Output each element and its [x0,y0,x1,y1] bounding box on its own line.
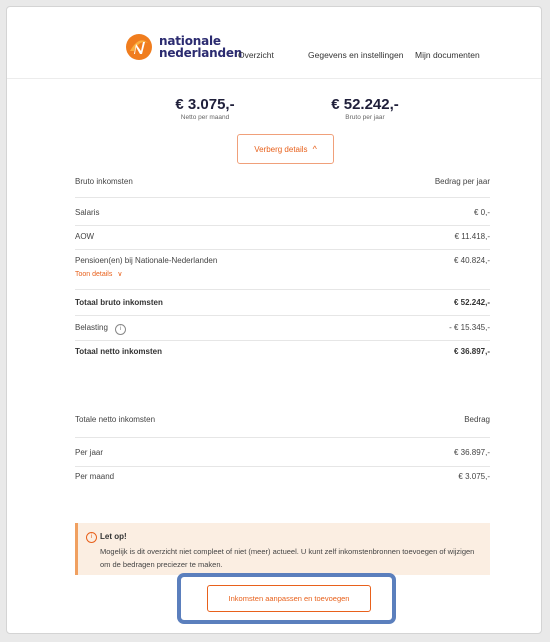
chevron-down-icon: ∨ [117,271,123,278]
logo-text: nationale nederlanden [159,35,242,59]
income-header-amount: Bedrag per jaar [434,177,490,186]
netto-header-label: Totale netto inkomsten [75,415,156,424]
total-netto-value: € 36.897,- [453,347,490,356]
table-row: Pensioen(en) bij Nationale-Nederlanden €… [75,256,490,272]
row-label-aow: AOW [75,232,95,241]
logo-line-2: nederlanden [159,46,243,60]
highlight-frame [177,573,396,624]
row-label-per-jaar: Per jaar [75,448,104,457]
divider [75,225,490,226]
divider [75,466,490,467]
show-details-label: Toon details [75,271,113,278]
divider [75,289,490,290]
show-details-link[interactable]: Toon details ∨ [75,270,122,278]
hide-details-label: Verberg details [254,144,308,154]
table-row-tax: Belasting i - € 15.345,- [75,323,490,339]
netto-header-amount: Bedrag [464,415,490,424]
row-value-aow: € 11.418,- [454,232,490,241]
page-frame: nationale nederlanden Overzicht Gegevens… [6,6,542,634]
total-bruto-label: Totaal bruto inkomsten [75,298,163,307]
alert-text: Mogelijk is dit overzicht niet compleet … [100,547,475,569]
nav-gegevens-en-instellingen[interactable]: Gegevens en instellingen [308,50,403,60]
table-row-total-bruto: Totaal bruto inkomsten € 52.242,- [75,298,490,314]
divider [75,197,490,198]
bruto-summary: € 52.242,- Bruto per jaar [315,96,415,121]
row-value-per-maand: € 3.075,- [458,472,490,481]
netto-table-header: Totale netto inkomsten Bedrag [75,415,490,431]
total-bruto-value: € 52.242,- [453,298,490,307]
hide-details-button[interactable]: Verberg details ^ [237,134,334,164]
divider [75,315,490,316]
row-value-salaris: € 0,- [473,208,490,217]
warning-alert: i Let op! Mogelijk is dit overzicht niet… [75,523,490,575]
info-icon[interactable]: i [115,324,127,335]
netto-label: Netto per maand [180,114,230,121]
nn-logo-icon [126,34,152,60]
income-table-header: Bruto inkomsten Bedrag per jaar [75,177,490,193]
row-label-per-maand: Per maand [75,472,115,481]
table-row: Per maand € 3.075,- [75,472,490,488]
bruto-label: Bruto per jaar [345,114,385,121]
tax-label-wrap: Belasting i [75,323,127,335]
netto-summary: € 3.075,- Netto per maand [162,96,248,121]
income-header-label: Bruto inkomsten [75,177,133,186]
info-icon: i [86,532,97,543]
total-netto-label: Totaal netto inkomsten [75,347,162,356]
bruto-amount: € 52.242,- [331,96,399,113]
tax-label: Belasting [75,323,108,332]
nav-overzicht[interactable]: Overzicht [238,50,274,60]
row-label-salaris: Salaris [75,208,100,217]
nav-mijn-documenten[interactable]: Mijn documenten [415,50,480,60]
alert-title: Let op! [100,532,127,541]
row-value-per-jaar: € 36.897,- [453,448,490,457]
table-row: AOW € 11.418,- [75,232,490,248]
site-header: nationale nederlanden Overzicht Gegevens… [7,7,541,79]
table-row: Per jaar € 36.897,- [75,448,490,464]
chevron-up-icon: ^ [312,144,317,154]
row-value-pensioen: € 40.824,- [453,256,490,265]
divider [75,340,490,341]
row-label-pensioen: Pensioen(en) bij Nationale-Nederlanden [75,256,218,265]
brand-logo[interactable]: nationale nederlanden [125,33,242,61]
table-row: Salaris € 0,- [75,208,490,224]
netto-amount: € 3.075,- [175,96,235,113]
divider [75,249,490,250]
table-row-total-netto: Totaal netto inkomsten € 36.897,- [75,347,490,363]
divider [75,437,490,438]
tax-value: - € 15.345,- [449,323,490,332]
